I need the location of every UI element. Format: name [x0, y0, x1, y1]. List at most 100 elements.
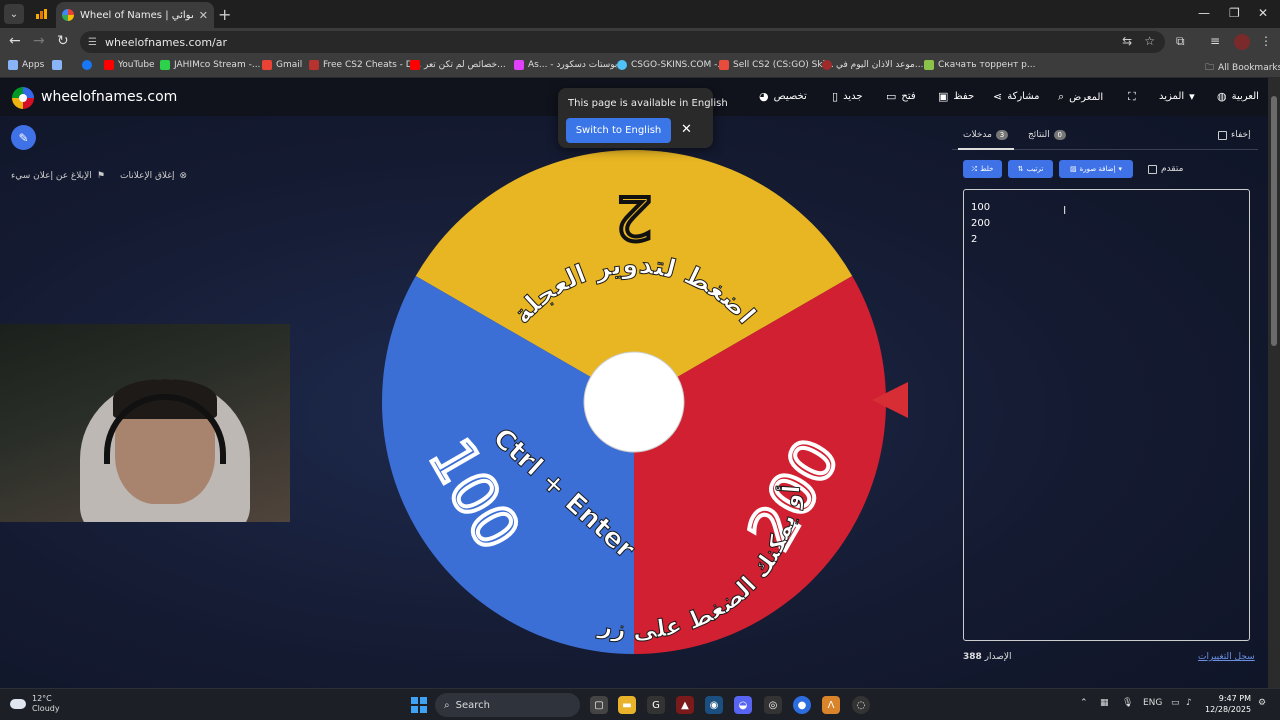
nav-save[interactable]: ▣ حفظ: [938, 90, 974, 103]
report-ad-label: الإبلاغ عن إعلان سيء: [11, 171, 92, 181]
bookmark-csgo-skins[interactable]: CSGO-SKINS.COM -...: [617, 60, 726, 70]
obs-like-icon[interactable]: Λ: [822, 696, 840, 714]
close-tab-icon[interactable]: ✕: [199, 9, 208, 22]
taskbar-search[interactable]: ⌕ Search: [435, 693, 580, 717]
valorant-icon[interactable]: ▲: [676, 696, 694, 714]
profile-avatar[interactable]: [1234, 34, 1250, 50]
input-language[interactable]: ENG: [1143, 698, 1162, 708]
tray-overflow-icon[interactable]: ⌃: [1080, 698, 1088, 708]
minimize-icon[interactable]: —: [1198, 6, 1210, 20]
translate-icon[interactable]: ⇆: [1122, 34, 1132, 48]
shuffle-button[interactable]: ⤮ خلط: [963, 160, 1002, 178]
tray-app-icon[interactable]: ▦: [1100, 698, 1109, 708]
scrollbar-thumb[interactable]: [1271, 96, 1277, 346]
changelog-link[interactable]: سجل التغييرات: [1198, 652, 1255, 662]
wheel-graphic[interactable]: 2 200 100 اضغط لتدوير العجلة أو يمكنك ال…: [380, 148, 888, 656]
switch-to-english-button[interactable]: Switch to English: [566, 118, 671, 143]
entries-toolbar: ⤮ خلط ⇅ ترتيب ▨ إضافة صورة ▾ متقدم: [952, 160, 1258, 180]
nav-open[interactable]: ▭ فتح: [886, 90, 916, 103]
youtube-icon: [410, 60, 420, 70]
nav-share[interactable]: ⋖ مشاركة: [993, 90, 1040, 103]
file-explorer-icon[interactable]: ▬: [618, 696, 636, 714]
reading-list-icon[interactable]: ≡: [1210, 34, 1220, 48]
app-icon[interactable]: ◎: [764, 696, 782, 714]
tab-entries[interactable]: مدخلات 3: [963, 130, 1008, 140]
all-bookmarks[interactable]: 🗀 All Bookmarks: [1205, 60, 1280, 76]
bookmark-sell-cs2[interactable]: Sell CS2 (CS:GO) Ski...: [719, 60, 834, 70]
grid-icon: [52, 60, 62, 70]
weather-widget[interactable]: 12°C Cloudy: [10, 694, 60, 714]
wheel[interactable]: 2 200 100 اضغط لتدوير العجلة أو يمكنك ال…: [380, 148, 888, 656]
site-info-icon[interactable]: ☰: [88, 37, 97, 48]
restore-icon[interactable]: ❐: [1229, 6, 1240, 20]
bookmark-gmail[interactable]: Gmail: [262, 60, 302, 70]
bookmark-arabic-youtube[interactable]: خصائص لم تكن تعر...: [410, 60, 506, 70]
nav-gallery[interactable]: ⌕ المعرض: [1058, 90, 1103, 104]
wheel-center-button[interactable]: [583, 351, 685, 453]
bookmark-apps[interactable]: Apps: [8, 60, 44, 70]
nav-more[interactable]: المزيد ▾: [1159, 90, 1195, 103]
task-view-icon[interactable]: ▢: [590, 696, 608, 714]
bookmark-star-icon[interactable]: ☆: [1144, 34, 1155, 48]
close-ads-link[interactable]: إغلاق الإعلانات ⊗: [120, 171, 187, 181]
report-ad-link[interactable]: الإبلاغ عن إعلان سيء ⚑: [11, 171, 105, 181]
page-scrollbar[interactable]: [1268, 78, 1280, 688]
bookmark-cs2-cheats[interactable]: Free CS2 Cheats - D...: [309, 60, 421, 70]
nav-label: العربية: [1231, 91, 1259, 102]
entry-line: 2: [971, 234, 978, 245]
bookmark-grid[interactable]: [52, 60, 62, 70]
steam-icon[interactable]: ◉: [705, 696, 723, 714]
bookmark-jahimco[interactable]: JAHIMco Stream -...: [160, 60, 260, 70]
sort-button[interactable]: ⇅ ترتيب: [1008, 160, 1053, 178]
discord-icon[interactable]: ◒: [734, 696, 752, 714]
sort-icon: ⇅: [1017, 165, 1024, 173]
taskbar-clock[interactable]: 9:47 PM 12/28/2025: [1205, 693, 1251, 715]
tab-results-label: النتائج: [1028, 130, 1050, 140]
obs-icon[interactable]: ◌: [852, 696, 870, 714]
back-icon[interactable]: ←: [9, 33, 21, 49]
nav-new[interactable]: ▯ جديد: [832, 90, 863, 103]
tab-analytics[interactable]: [30, 4, 52, 24]
save-icon: ▣: [938, 90, 949, 103]
bookmark-discord-posts[interactable]: As... - بوستات دسكورد: [514, 60, 617, 70]
close-window-icon[interactable]: ✕: [1258, 6, 1268, 20]
gx-icon[interactable]: G: [647, 696, 665, 714]
notification-icon[interactable]: ⚙: [1258, 698, 1266, 708]
entry-line: 100: [971, 202, 991, 213]
hide-toggle[interactable]: إخفاء: [1218, 130, 1251, 140]
edit-button[interactable]: ✎: [11, 125, 36, 150]
advanced-checkbox[interactable]: [1148, 164, 1157, 174]
forward-icon[interactable]: →: [33, 33, 45, 49]
reload-icon[interactable]: ↻: [57, 33, 69, 49]
hide-checkbox[interactable]: [1218, 130, 1227, 140]
bookmark-torrent[interactable]: Скачать торрент р...: [924, 60, 1035, 70]
new-tab-icon[interactable]: +: [218, 5, 231, 24]
tab-wheel-of-names[interactable]: Wheel of Names | اسم العشوائي ✕: [56, 2, 214, 28]
start-button[interactable]: [411, 697, 427, 713]
wheel-favicon-icon: [62, 9, 74, 21]
entries-textarea[interactable]: 100 200 2 I: [963, 189, 1250, 641]
wheel-logo-icon[interactable]: [12, 87, 34, 109]
nav-label: حفظ: [953, 91, 975, 102]
address-bar[interactable]: ☰ wheelofnames.com/ar ⇆ ☆: [80, 31, 1165, 53]
chrome-menu-icon[interactable]: ⋮: [1260, 34, 1272, 48]
bookmark-prayer-times[interactable]: موعد الاذان اليوم في...: [822, 60, 923, 70]
nav-customize[interactable]: ◕ تخصيص: [759, 90, 807, 103]
site-title[interactable]: wheelofnames.com: [41, 89, 177, 105]
close-popup-icon[interactable]: ✕: [681, 122, 692, 137]
volume-icon[interactable]: ♪: [1186, 698, 1192, 708]
chrome-icon[interactable]: ●: [793, 696, 811, 714]
tab-search-button[interactable]: ⌄: [4, 4, 24, 24]
advanced-toggle[interactable]: متقدم: [1148, 164, 1183, 174]
bookmark-facebook[interactable]: [82, 60, 92, 70]
microphone-icon[interactable]: 🎙: [1122, 698, 1133, 708]
network-icon[interactable]: ▭: [1171, 698, 1180, 708]
nav-language[interactable]: ◍ العربية: [1217, 90, 1259, 103]
bookmark-youtube[interactable]: YouTube: [104, 60, 155, 70]
extensions-icon[interactable]: ⧉: [1176, 34, 1185, 49]
entry-line: 200: [971, 218, 991, 229]
add-image-button[interactable]: ▨ إضافة صورة ▾: [1059, 160, 1133, 178]
browser-toolbar: ← → ↻ ☰ wheelofnames.com/ar ⇆ ☆ ⧉ ≡ ⋮: [0, 28, 1280, 56]
tab-results[interactable]: النتائج 0: [1028, 130, 1066, 140]
fullscreen-button[interactable]: ⛶: [1128, 90, 1136, 104]
